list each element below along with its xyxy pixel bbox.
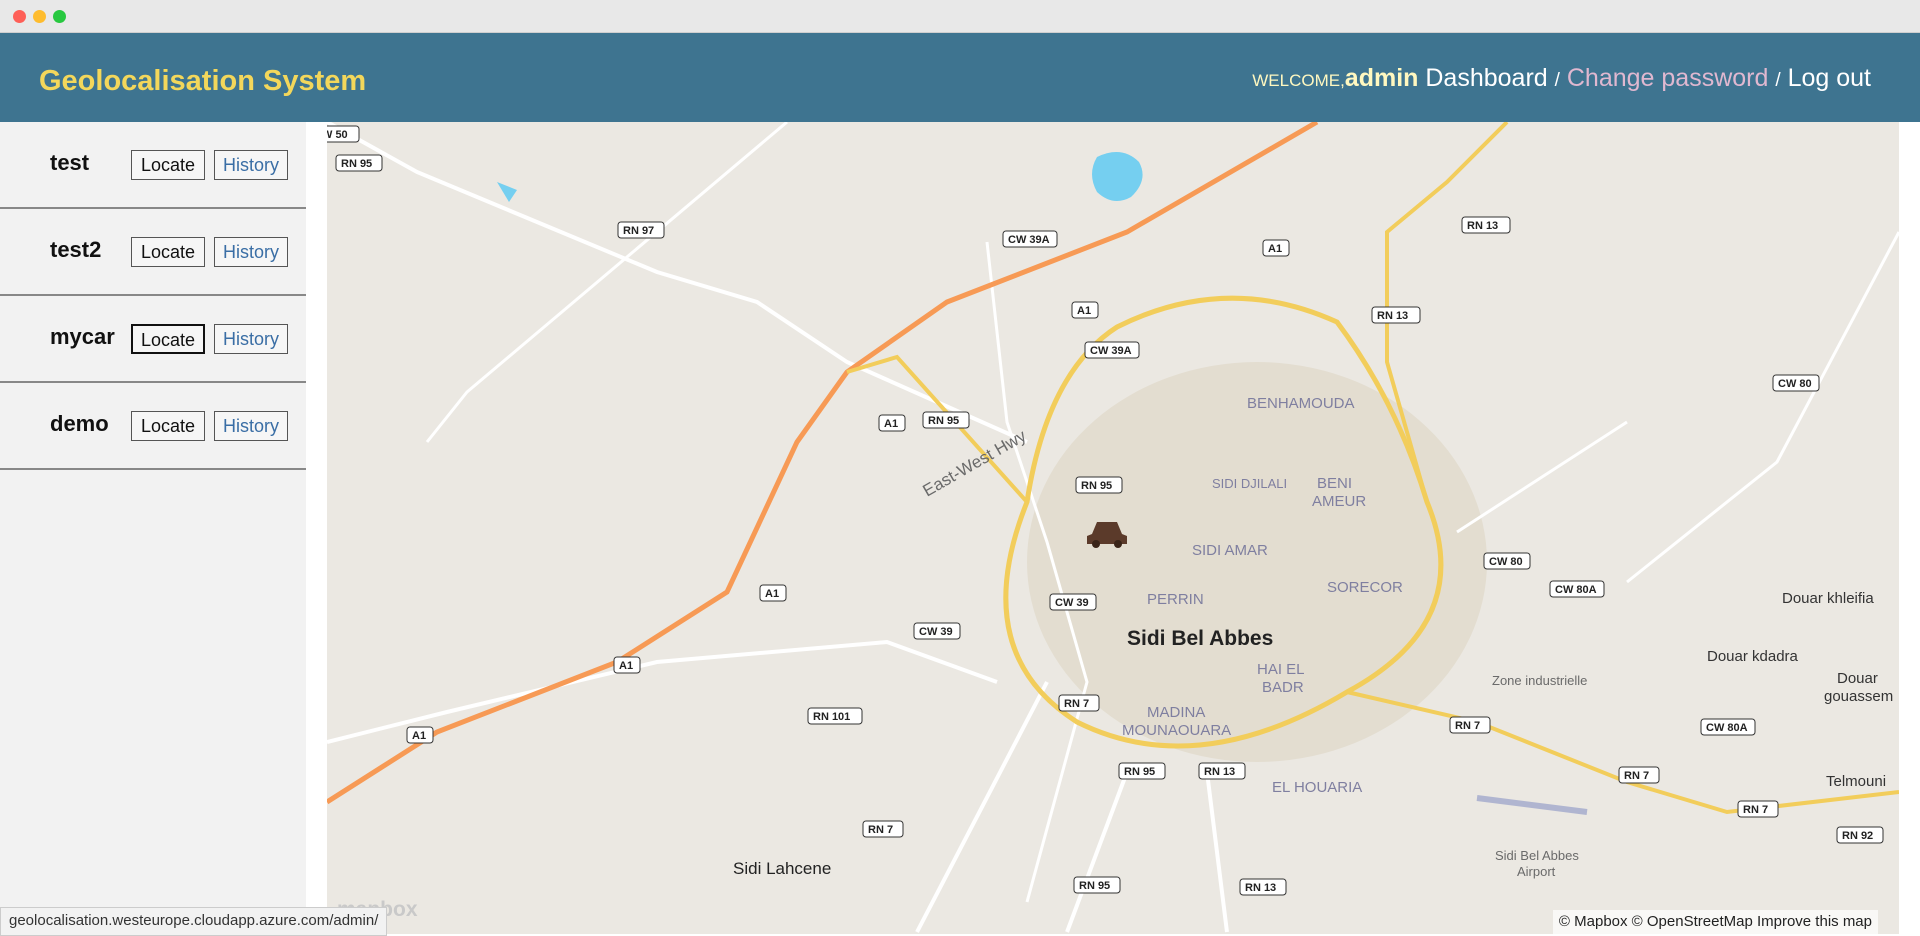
svg-text:MADINA: MADINA — [1147, 704, 1205, 721]
svg-text:RN 13: RN 13 — [1204, 766, 1235, 778]
nav-separator: / — [1775, 70, 1781, 91]
svg-text:Douar khleifia: Douar khleifia — [1782, 590, 1874, 607]
svg-text:A1: A1 — [412, 730, 426, 742]
map-view[interactable]: East-West Hwy Sidi Bel Abbes BENHAMOUDA … — [327, 122, 1899, 934]
svg-text:EL HOUARIA: EL HOUARIA — [1272, 779, 1362, 796]
username: admin — [1344, 64, 1419, 92]
svg-text:RN 7: RN 7 — [868, 824, 893, 836]
svg-text:CW 39: CW 39 — [919, 626, 953, 638]
nav-separator: / — [1554, 70, 1560, 91]
svg-text:RN 95: RN 95 — [1124, 766, 1155, 778]
status-url: geolocalisation.westeurope.cloudapp.azur… — [0, 907, 388, 936]
svg-text:RN 95: RN 95 — [1081, 480, 1112, 492]
locate-button[interactable]: Locate — [131, 237, 205, 267]
svg-text:HAI EL: HAI EL — [1257, 661, 1305, 678]
history-button[interactable]: History — [214, 237, 288, 267]
svg-text:SIDI AMAR: SIDI AMAR — [1192, 542, 1268, 559]
svg-text:Sidi Lahcene: Sidi Lahcene — [733, 859, 831, 878]
svg-text:AMEUR: AMEUR — [1312, 493, 1366, 510]
svg-text:RN 101: RN 101 — [813, 711, 850, 723]
svg-text:RN 95: RN 95 — [341, 158, 372, 170]
device-name: test2 — [50, 237, 102, 262]
svg-text:CW 80: CW 80 — [1489, 556, 1523, 568]
svg-text:A1: A1 — [884, 418, 898, 430]
svg-text:CW 39: CW 39 — [1055, 597, 1089, 609]
svg-text:RN 95: RN 95 — [928, 415, 959, 427]
locate-button[interactable]: Locate — [131, 411, 205, 441]
welcome-label: WELCOME, — [1252, 71, 1345, 90]
svg-text:RN 7: RN 7 — [1743, 804, 1768, 816]
svg-text:RN 7: RN 7 — [1455, 720, 1480, 732]
svg-text:CW 39A: CW 39A — [1090, 345, 1132, 357]
svg-text:RN 7: RN 7 — [1064, 698, 1089, 710]
svg-text:RN 13: RN 13 — [1467, 220, 1498, 232]
svg-text:RN 95: RN 95 — [1079, 880, 1110, 892]
svg-text:Douar: Douar — [1837, 670, 1878, 687]
svg-text:SIDI DJILALI: SIDI DJILALI — [1212, 476, 1287, 491]
user-nav: WELCOME,admin Dashboard / Change passwor… — [1252, 64, 1871, 93]
svg-text:BENI: BENI — [1317, 475, 1352, 492]
svg-text:W 50: W 50 — [327, 129, 348, 141]
dashboard-link[interactable]: Dashboard — [1425, 64, 1547, 92]
app-header: Geolocalisation System WELCOME,admin Das… — [0, 33, 1920, 122]
locate-button[interactable]: Locate — [131, 150, 205, 180]
brand-title: Geolocalisation System — [39, 65, 367, 97]
device-name: mycar — [50, 324, 115, 349]
svg-text:RN 7: RN 7 — [1624, 770, 1649, 782]
svg-text:Telmouni: Telmouni — [1826, 773, 1886, 790]
history-button[interactable]: History — [214, 150, 288, 180]
svg-text:RN 13: RN 13 — [1245, 882, 1276, 894]
svg-text:BENHAMOUDA: BENHAMOUDA — [1247, 395, 1355, 412]
minimize-window-button[interactable] — [33, 10, 46, 23]
svg-text:RN 97: RN 97 — [623, 225, 654, 237]
device-name: demo — [50, 411, 109, 436]
device-row-test2: test2 Locate History — [0, 209, 306, 296]
svg-text:RN 13: RN 13 — [1377, 310, 1408, 322]
svg-text:Airport: Airport — [1517, 864, 1556, 879]
svg-text:BADR: BADR — [1262, 679, 1304, 696]
svg-text:Zone industrielle: Zone industrielle — [1492, 673, 1587, 688]
device-name: test — [50, 150, 90, 175]
city-label: Sidi Bel Abbes — [1127, 627, 1273, 650]
svg-text:A1: A1 — [1077, 305, 1091, 317]
svg-text:CW 80A: CW 80A — [1706, 722, 1748, 734]
map-attribution[interactable]: © Mapbox © OpenStreetMap Improve this ma… — [1552, 910, 1878, 934]
lake — [1092, 152, 1143, 201]
svg-text:CW 80A: CW 80A — [1555, 584, 1597, 596]
maximize-window-button[interactable] — [53, 10, 66, 23]
browser-chrome — [0, 0, 1920, 33]
locate-button[interactable]: Locate — [131, 324, 205, 354]
device-row-demo: demo Locate History — [0, 383, 306, 470]
device-row-mycar: mycar Locate History — [0, 296, 306, 383]
history-button[interactable]: History — [214, 324, 288, 354]
svg-text:gouassem: gouassem — [1824, 688, 1893, 705]
close-window-button[interactable] — [13, 10, 26, 23]
svg-text:MOUNAOUARA: MOUNAOUARA — [1122, 722, 1231, 739]
device-row-test: test Locate History — [0, 122, 306, 209]
device-sidebar: test Locate History test2 Locate History… — [0, 122, 306, 934]
logout-link[interactable]: Log out — [1788, 64, 1871, 92]
svg-text:SORECOR: SORECOR — [1327, 579, 1403, 596]
pond — [497, 182, 517, 202]
svg-text:PERRIN: PERRIN — [1147, 591, 1204, 608]
svg-text:A1: A1 — [1268, 243, 1282, 255]
history-button[interactable]: History — [214, 411, 288, 441]
svg-text:A1: A1 — [765, 588, 779, 600]
svg-text:CW 80: CW 80 — [1778, 378, 1812, 390]
svg-text:A1: A1 — [619, 660, 633, 672]
svg-text:Sidi Bel Abbes: Sidi Bel Abbes — [1495, 848, 1579, 863]
svg-text:CW 39A: CW 39A — [1008, 234, 1050, 246]
svg-text:Douar kdadra: Douar kdadra — [1707, 648, 1799, 665]
svg-text:RN 92: RN 92 — [1842, 830, 1873, 842]
change-password-link[interactable]: Change password — [1567, 64, 1769, 92]
